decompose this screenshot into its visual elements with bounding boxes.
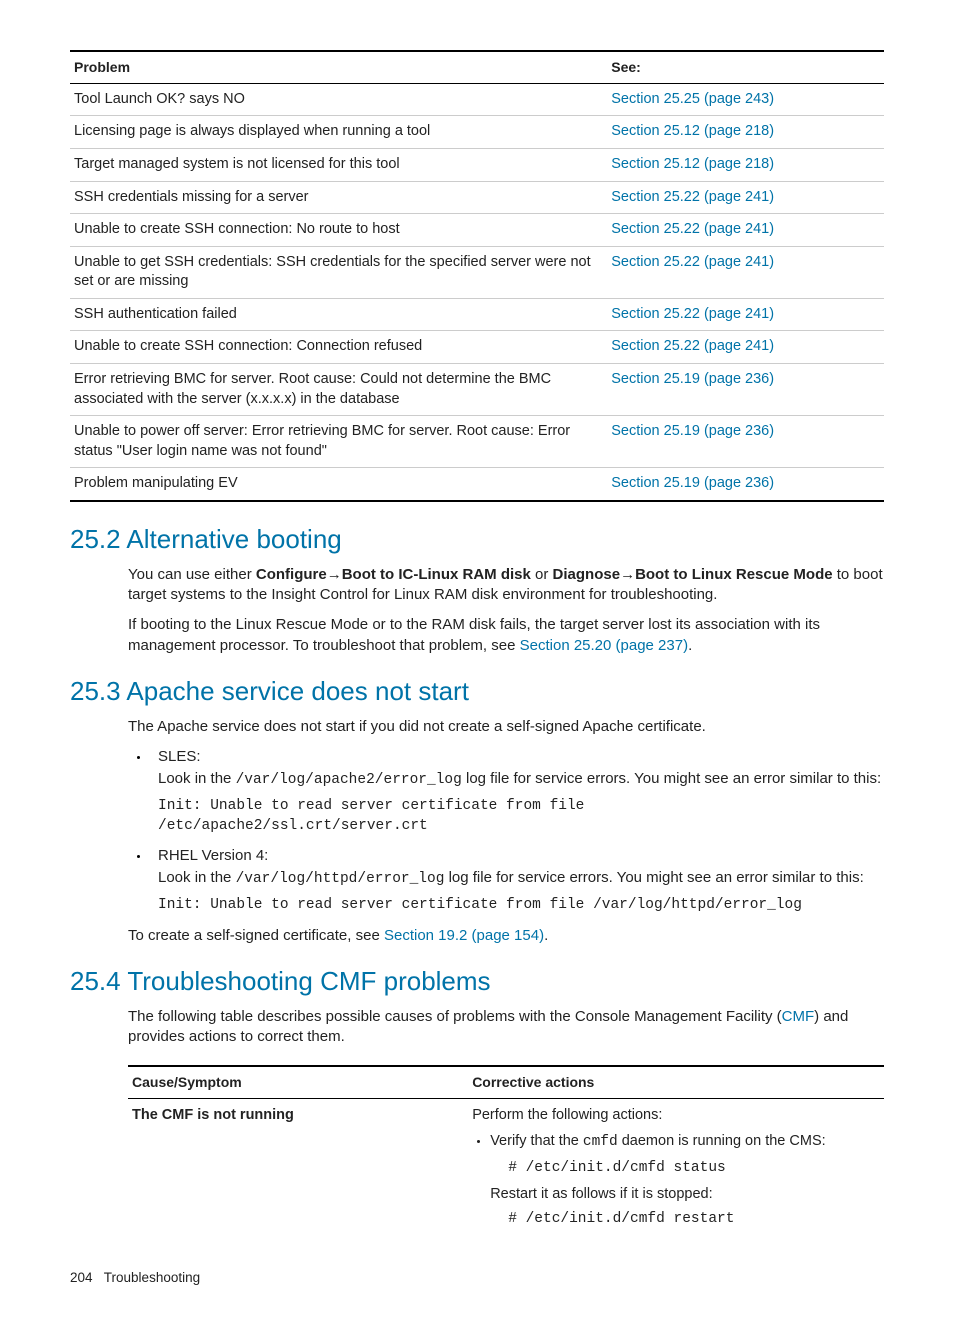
- table-row: Licensing page is always displayed when …: [70, 116, 884, 149]
- sec252-para1: You can use either Configure→Boot to IC-…: [128, 565, 884, 606]
- bullet-sles: SLES: Look in the /var/log/apache2/error…: [150, 747, 884, 836]
- link-section-25-20[interactable]: Section 25.20 (page 237): [520, 637, 688, 654]
- col-header-action: Corrective actions: [468, 1066, 884, 1098]
- section-link[interactable]: Section 25.19 (page 236): [611, 475, 774, 491]
- cmf-table: Cause/Symptom Corrective actions The CMF…: [128, 1065, 884, 1241]
- section-link[interactable]: Section 25.19 (page 236): [611, 423, 774, 439]
- problem-cell: Unable to power off server: Error retrie…: [70, 416, 607, 468]
- sec254-intro: The following table describes possible c…: [128, 1007, 884, 1048]
- col-header-see: See:: [607, 51, 884, 83]
- see-cell: Section 25.12 (page 218): [607, 116, 884, 149]
- sec252-para2: If booting to the Linux Rescue Mode or t…: [128, 615, 884, 656]
- bullet-rhel: RHEL Version 4: Look in the /var/log/htt…: [150, 846, 884, 915]
- problem-cell: Error retrieving BMC for server. Root ca…: [70, 363, 607, 415]
- section-link[interactable]: Section 25.22 (page 241): [611, 306, 774, 322]
- see-cell: Section 25.22 (page 241): [607, 181, 884, 214]
- link-cmf-glossary[interactable]: CMF: [782, 1008, 815, 1025]
- section-link[interactable]: Section 25.22 (page 241): [611, 254, 774, 270]
- link-section-19-2[interactable]: Section 19.2 (page 154): [384, 927, 544, 944]
- col-header-problem: Problem: [70, 51, 607, 83]
- table-row: Unable to get SSH credentials: SSH crede…: [70, 246, 884, 298]
- see-cell: Section 25.22 (page 241): [607, 214, 884, 247]
- heading-25-4: 25.4 Troubleshooting CMF problems: [70, 964, 884, 999]
- cmf-action: Perform the following actions: Verify th…: [468, 1099, 884, 1241]
- table-row: Unable to create SSH connection: No rout…: [70, 214, 884, 247]
- heading-25-2: 25.2 Alternative booting: [70, 522, 884, 557]
- heading-25-3: 25.3 Apache service does not start: [70, 674, 884, 709]
- section-link[interactable]: Section 25.22 (page 241): [611, 189, 774, 205]
- sles-error-code: Init: Unable to read server certificate …: [158, 797, 884, 836]
- section-link[interactable]: Section 25.22 (page 241): [611, 221, 774, 237]
- see-cell: Section 25.25 (page 243): [607, 83, 884, 116]
- problem-cell: Problem manipulating EV: [70, 468, 607, 501]
- problem-see-table: Problem See: Tool Launch OK? says NOSect…: [70, 50, 884, 502]
- see-cell: Section 25.22 (page 241): [607, 331, 884, 364]
- problem-cell: SSH credentials missing for a server: [70, 181, 607, 214]
- problem-cell: Tool Launch OK? says NO: [70, 83, 607, 116]
- see-cell: Section 25.22 (page 241): [607, 298, 884, 331]
- table-row: Target managed system is not licensed fo…: [70, 149, 884, 182]
- problem-cell: Unable to get SSH credentials: SSH crede…: [70, 246, 607, 298]
- table-row: Error retrieving BMC for server. Root ca…: [70, 363, 884, 415]
- see-cell: Section 25.12 (page 218): [607, 149, 884, 182]
- sec253-outro: To create a self-signed certificate, see…: [128, 926, 884, 946]
- sec253-intro: The Apache service does not start if you…: [128, 717, 884, 737]
- section-link[interactable]: Section 25.12 (page 218): [611, 156, 774, 172]
- section-link[interactable]: Section 25.22 (page 241): [611, 338, 774, 354]
- section-link[interactable]: Section 25.25 (page 243): [611, 91, 774, 107]
- table-row: SSH authentication failedSection 25.22 (…: [70, 298, 884, 331]
- see-cell: Section 25.19 (page 236): [607, 468, 884, 501]
- problem-cell: SSH authentication failed: [70, 298, 607, 331]
- problem-cell: Target managed system is not licensed fo…: [70, 149, 607, 182]
- page-footer: 204 Troubleshooting: [70, 1269, 884, 1287]
- table-row: Unable to power off server: Error retrie…: [70, 416, 884, 468]
- problem-cell: Unable to create SSH connection: No rout…: [70, 214, 607, 247]
- cmf-cause: The CMF is not running: [128, 1099, 468, 1241]
- problem-cell: Licensing page is always displayed when …: [70, 116, 607, 149]
- section-link[interactable]: Section 25.19 (page 236): [611, 371, 774, 387]
- table-row: The CMF is not running Perform the follo…: [128, 1099, 884, 1241]
- see-cell: Section 25.22 (page 241): [607, 246, 884, 298]
- see-cell: Section 25.19 (page 236): [607, 363, 884, 415]
- col-header-cause: Cause/Symptom: [128, 1066, 468, 1098]
- table-row: Unable to create SSH connection: Connect…: [70, 331, 884, 364]
- see-cell: Section 25.19 (page 236): [607, 416, 884, 468]
- cmd-status: # /etc/init.d/cmfd status: [490, 1158, 880, 1180]
- cmd-restart: # /etc/init.d/cmfd restart: [490, 1209, 880, 1231]
- table-row: SSH credentials missing for a serverSect…: [70, 181, 884, 214]
- problem-cell: Unable to create SSH connection: Connect…: [70, 331, 607, 364]
- section-link[interactable]: Section 25.12 (page 218): [611, 123, 774, 139]
- table-row: Problem manipulating EVSection 25.19 (pa…: [70, 468, 884, 501]
- rhel-error-code: Init: Unable to read server certificate …: [158, 896, 884, 916]
- table-row: Tool Launch OK? says NOSection 25.25 (pa…: [70, 83, 884, 116]
